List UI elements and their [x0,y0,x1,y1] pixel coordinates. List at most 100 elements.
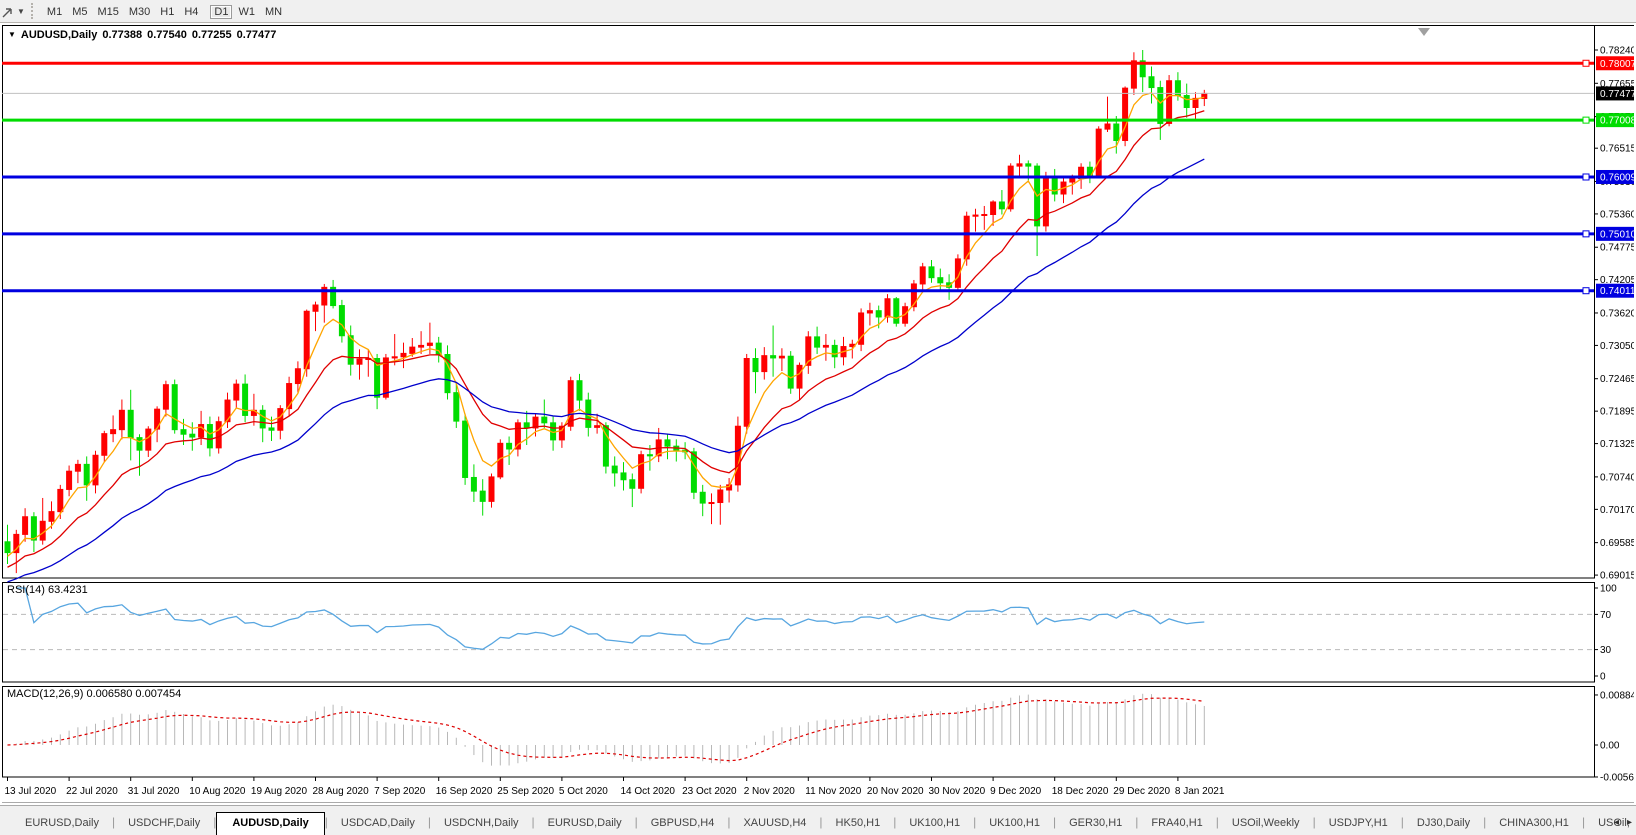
tab-usdcad-daily[interactable]: USDCAD,Daily [328,813,428,835]
svg-text:0.77008: 0.77008 [1600,116,1634,127]
tab-china300-h1[interactable]: CHINA300,H1 [1486,813,1582,835]
price-axis-tick: 0.70170 [1600,505,1634,516]
tab-audusd-daily[interactable]: AUDUSD,Daily [216,812,324,835]
date-axis-label: 20 Nov 2020 [867,786,924,797]
tab-separator: | [893,815,896,829]
date-axis-label: 25 Sep 2020 [497,786,554,797]
tab-separator: | [532,815,535,829]
date-axis-label: 19 Aug 2020 [251,786,308,797]
chevron-down-icon[interactable]: ▼ [17,7,25,16]
rsi-axis-tick: 100 [1600,584,1617,595]
tab-separator: | [1483,815,1486,829]
symbol-tabs: EURUSD,Daily|USDCHF,Daily|AUDUSD,Daily|U… [12,811,1636,835]
timeframe-button-m30[interactable]: M30 [125,5,154,19]
timeframe-button-h4[interactable]: H4 [180,5,202,19]
crosshair-icon-glyph [2,4,14,18]
timeframe-button-d1[interactable]: D1 [210,5,232,19]
tab-dj30-daily[interactable]: DJ30,Daily [1404,813,1483,835]
tab-separator: | [1216,815,1219,829]
timeframe-buttons: M1M5M15M30H1H4 D1W1MN [42,2,287,21]
rsi-axis-tick: 0 [1600,672,1606,683]
rsi-panel[interactable] [3,583,1595,683]
svg-text:0.77477: 0.77477 [1600,89,1634,100]
tab-separator: | [1135,815,1138,829]
price-axis-badge: 0.74011 [1596,284,1634,298]
tab-gbpusd-h4[interactable]: GBPUSD,H4 [638,813,728,835]
tab-usdchf-daily[interactable]: USDCHF,Daily [115,813,213,835]
toolbar-grip[interactable] [31,3,36,19]
crosshair-icon[interactable] [1,3,15,19]
tab-separator: | [973,815,976,829]
tab-eurusd-daily[interactable]: EURUSD,Daily [12,813,112,835]
tab-separator: | [1401,815,1404,829]
price-axis-tick: 0.69015 [1600,571,1634,582]
price-axis-badge: 0.77477 [1596,86,1634,100]
main-panel[interactable] [3,26,1595,579]
price-axis-tick: 0.72465 [1600,374,1634,385]
tab-uk100-h1[interactable]: UK100,H1 [896,813,973,835]
rsi-axis-tick: 70 [1600,610,1612,621]
price-axis-tick: 0.71895 [1600,407,1634,418]
tab-ger30-h1[interactable]: GER30,H1 [1056,813,1135,835]
date-axis-label: 8 Jan 2021 [1175,786,1225,797]
svg-text:0.74011: 0.74011 [1600,286,1634,297]
date-axis-label: 31 Jul 2020 [128,786,180,797]
scroll-left-icon[interactable]: ◂ [1614,818,1619,828]
tab-separator: | [635,815,638,829]
tab-xauusd-h4[interactable]: XAUUSD,H4 [730,813,819,835]
date-axis-label: 11 Nov 2020 [805,786,861,797]
timeframe-button-m5[interactable]: M5 [68,5,91,19]
tab-fra40-h1[interactable]: FRA40,H1 [1138,813,1215,835]
date-axis-label: 23 Oct 2020 [682,786,737,797]
timeframe-button-mn[interactable]: MN [261,5,286,19]
tab-separator: | [819,815,822,829]
svg-text:0.75010: 0.75010 [1600,229,1634,240]
price-axis-badge: 0.78007 [1596,56,1634,70]
date-axis-label: 5 Oct 2020 [559,786,608,797]
macd-axis-tick: 0.00884 [1600,690,1634,701]
date-axis-label: 9 Dec 2020 [990,786,1042,797]
tab-uk100-h1[interactable]: UK100,H1 [976,813,1053,835]
tab-separator: | [325,815,328,829]
price-axis-tick: 0.70740 [1600,472,1634,483]
date-axis-label: 13 Jul 2020 [5,786,57,797]
tab-usoil-weekly[interactable]: USOil,Weekly [1219,813,1313,835]
svg-text:0.78007: 0.78007 [1600,59,1634,70]
timeframe-button-m15[interactable]: M15 [93,5,122,19]
rsi-axis-tick: 30 [1600,645,1612,656]
price-axis-tick: 0.74775 [1600,243,1634,254]
scroll-right-icon[interactable]: ▸ [1627,818,1632,828]
date-axis-label: 18 Dec 2020 [1052,786,1109,797]
symbol-tab-bar: EURUSD,Daily|USDCHF,Daily|AUDUSD,Daily|U… [0,805,1636,835]
price-axis-tick: 0.76515 [1600,144,1634,155]
price-axis-tick: 0.73620 [1600,308,1634,319]
price-chart[interactable]: 0.782400.776550.770700.765150.759300.753… [2,25,1634,803]
tab-usdcnh-daily[interactable]: USDCNH,Daily [431,813,532,835]
timeframe-button-m1[interactable]: M1 [43,5,66,19]
macd-panel[interactable] [3,687,1595,778]
price-axis-badge: 0.76009 [1596,170,1634,184]
tab-hk50-h1[interactable]: HK50,H1 [823,813,894,835]
price-axis-tick: 0.78240 [1600,46,1634,57]
price-axis-tick: 0.71325 [1600,439,1634,450]
price-axis-badge: 0.75010 [1596,227,1634,241]
macd-axis-tick: 0.00 [1600,741,1620,752]
macd-axis-tick: -0.00565 [1600,772,1634,783]
tab-separator: | [428,815,431,829]
chart-window: 0.782400.776550.770700.765150.759300.753… [2,25,1634,803]
tab-separator: | [112,815,115,829]
timeframe-button-h1[interactable]: H1 [156,5,178,19]
date-axis-label: 29 Dec 2020 [1113,786,1170,797]
timeframe-toolbar: ▼ M1M5M15M30H1H4 D1W1MN [0,0,1636,23]
price-axis-tick: 0.69585 [1600,538,1634,549]
trading-terminal: ▼ M1M5M15M30H1H4D1W1MN 0.782400.776550.7… [0,0,1636,835]
tab-separator: | [1313,815,1316,829]
tab-separator: | [1582,815,1585,829]
tab-separator: | [1053,815,1056,829]
date-axis-label: 10 Aug 2020 [189,786,246,797]
tab-usdjpy-h1[interactable]: USDJPY,H1 [1316,813,1401,835]
svg-text:0.76009: 0.76009 [1600,172,1634,183]
tab-eurusd-daily[interactable]: EURUSD,Daily [535,813,635,835]
price-axis-badge: 0.77008 [1596,113,1634,127]
timeframe-button-w1[interactable]: W1 [234,5,259,19]
